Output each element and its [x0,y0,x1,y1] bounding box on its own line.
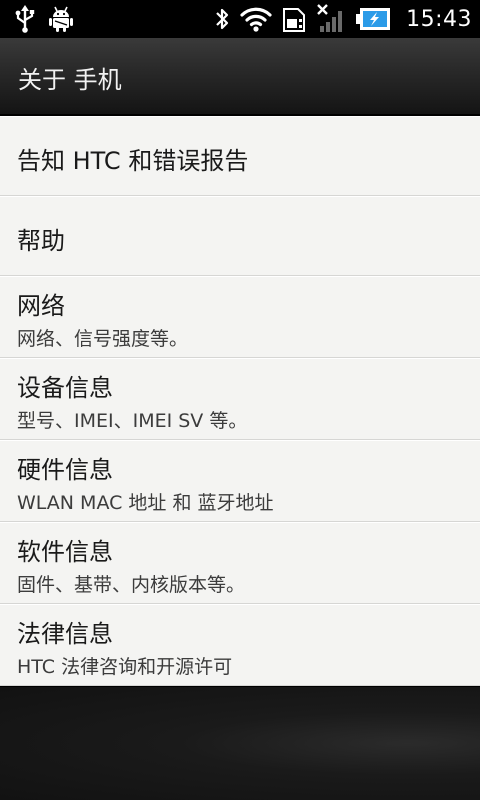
list-item-subtitle: 固件、基带、内核版本等。 [17,574,246,596]
list-item-network[interactable]: 网络 网络、信号强度等。 [0,276,480,358]
settings-list: 告知 HTC 和错误报告 帮助 网络 网络、信号强度等。 设备信息 型号、IME… [0,116,480,686]
list-item-subtitle: 网络、信号强度等。 [17,328,189,350]
list-item-title: 软件信息 [17,538,113,566]
empty-background [0,687,480,800]
battery-charging-icon [356,8,391,30]
list-item-title: 网络 [17,292,65,320]
no-signal-icon [317,4,343,32]
android-debug-icon [49,6,73,32]
list-item-subtitle: WLAN MAC 地址 和 蓝牙地址 [17,492,274,514]
list-item-help[interactable]: 帮助 [0,196,480,276]
sim-icon [283,8,306,32]
list-item-title: 设备信息 [17,374,113,402]
list-item-legal-info[interactable]: 法律信息 HTC 法律咨询和开源许可 [0,604,480,686]
list-item-tell-htc[interactable]: 告知 HTC 和错误报告 [0,116,480,196]
usb-icon [15,5,35,33]
list-item-hardware-info[interactable]: 硬件信息 WLAN MAC 地址 和 蓝牙地址 [0,440,480,522]
list-item-software-info[interactable]: 软件信息 固件、基带、内核版本等。 [0,522,480,604]
status-bar: 15:43 [0,0,480,38]
status-bar-system-icons: 15:43 [214,4,472,34]
list-item-subtitle: 型号、IMEI、IMEI SV 等。 [17,410,248,432]
page-title: 关于 手机 [18,66,122,94]
status-bar-notifications [14,5,74,33]
list-item-device-info[interactable]: 设备信息 型号、IMEI、IMEI SV 等。 [0,358,480,440]
screen: 15:43 关于 手机 告知 HTC 和错误报告 帮助 网络 网络、信号强度等。… [0,0,480,800]
clock: 15:43 [406,6,472,32]
wifi-icon [240,7,272,32]
list-item-title: 法律信息 [17,620,113,648]
list-item-title: 帮助 [17,227,65,255]
bluetooth-icon [216,8,229,30]
title-bar: 关于 手机 [0,38,480,116]
list-item-subtitle: HTC 法律咨询和开源许可 [17,656,233,678]
list-item-title: 硬件信息 [17,456,113,484]
list-item-title: 告知 HTC 和错误报告 [17,147,249,175]
